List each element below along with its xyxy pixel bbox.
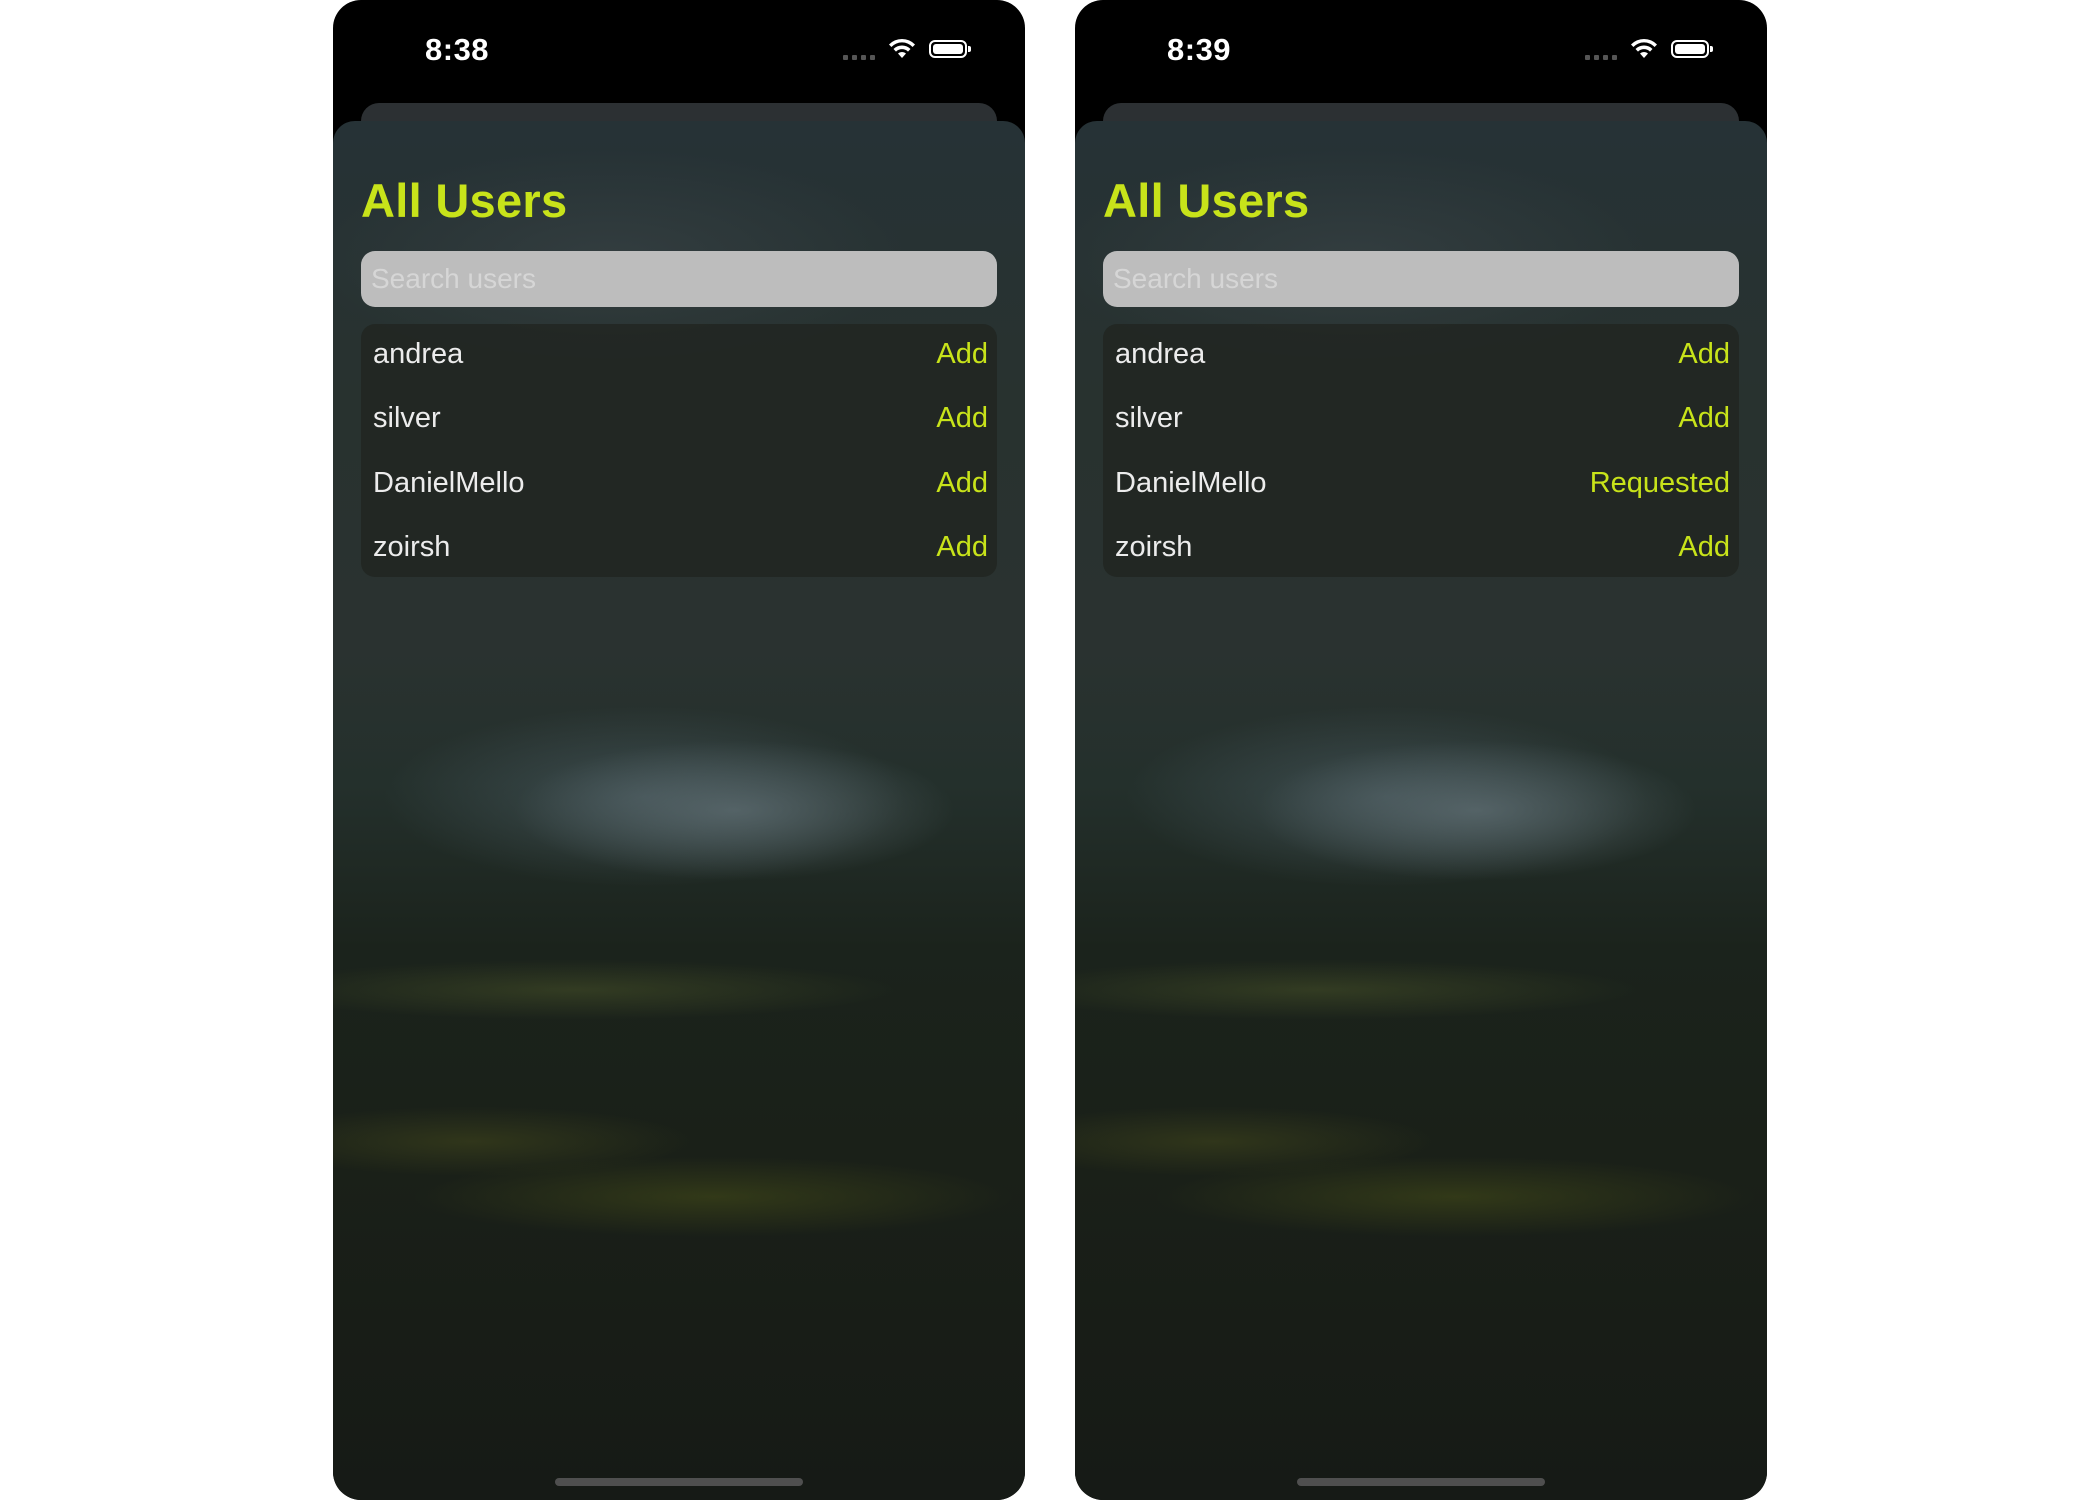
list-item: zoirsh Add: [361, 516, 997, 581]
user-list: andrea Add silver Add DanielMello Add zo…: [361, 324, 997, 577]
user-list: andrea Add silver Add DanielMello Reques…: [1103, 324, 1739, 577]
cellular-signal-icon: [843, 38, 875, 60]
battery-icon: [929, 40, 971, 58]
add-user-button[interactable]: Add: [1678, 402, 1730, 435]
status-icons: [1585, 38, 1713, 60]
user-name: DanielMello: [373, 466, 525, 499]
user-name: silver: [373, 402, 441, 435]
list-item: andrea Add: [1103, 322, 1739, 387]
list-item: silver Add: [361, 387, 997, 452]
wifi-icon: [1631, 38, 1657, 58]
list-item: zoirsh Add: [1103, 516, 1739, 581]
user-name: zoirsh: [373, 531, 451, 564]
status-bar: 8:38: [333, 0, 1025, 100]
add-user-button[interactable]: Add: [1678, 531, 1730, 564]
home-indicator[interactable]: [1297, 1478, 1545, 1486]
user-name: DanielMello: [1115, 466, 1267, 499]
wifi-icon: [889, 38, 915, 58]
page-title: All Users: [361, 174, 568, 227]
user-name: andrea: [1115, 337, 1206, 370]
users-sheet: All Users andrea Add silver Add DanielMe…: [333, 121, 1025, 1500]
add-user-button[interactable]: Add: [936, 467, 988, 500]
list-item: andrea Add: [361, 322, 997, 387]
search-input[interactable]: [361, 251, 997, 307]
status-time: 8:38: [425, 32, 490, 67]
cellular-signal-icon: [1585, 38, 1617, 60]
add-user-button[interactable]: Add: [936, 338, 988, 371]
battery-icon: [1671, 40, 1713, 58]
requested-button[interactable]: Requested: [1590, 467, 1730, 500]
list-item: DanielMello Add: [361, 451, 997, 516]
user-name: andrea: [373, 337, 464, 370]
users-sheet: All Users andrea Add silver Add DanielMe…: [1075, 121, 1767, 1500]
add-user-button[interactable]: Add: [1678, 338, 1730, 371]
list-item: silver Add: [1103, 387, 1739, 452]
status-time: 8:39: [1167, 32, 1232, 67]
search-input[interactable]: [1103, 251, 1739, 307]
status-icons: [843, 38, 971, 60]
home-indicator[interactable]: [555, 1478, 803, 1486]
add-user-button[interactable]: Add: [936, 531, 988, 564]
list-item: DanielMello Requested: [1103, 451, 1739, 516]
user-name: zoirsh: [1115, 531, 1193, 564]
page-title: All Users: [1103, 174, 1310, 227]
phone-screen-before: 8:38 All Users andrea Add silver Add: [333, 0, 1025, 1500]
phone-screen-after: 8:39 All Users andrea Add silver Add: [1075, 0, 1767, 1500]
user-name: silver: [1115, 402, 1183, 435]
add-user-button[interactable]: Add: [936, 402, 988, 435]
status-bar: 8:39: [1075, 0, 1767, 100]
